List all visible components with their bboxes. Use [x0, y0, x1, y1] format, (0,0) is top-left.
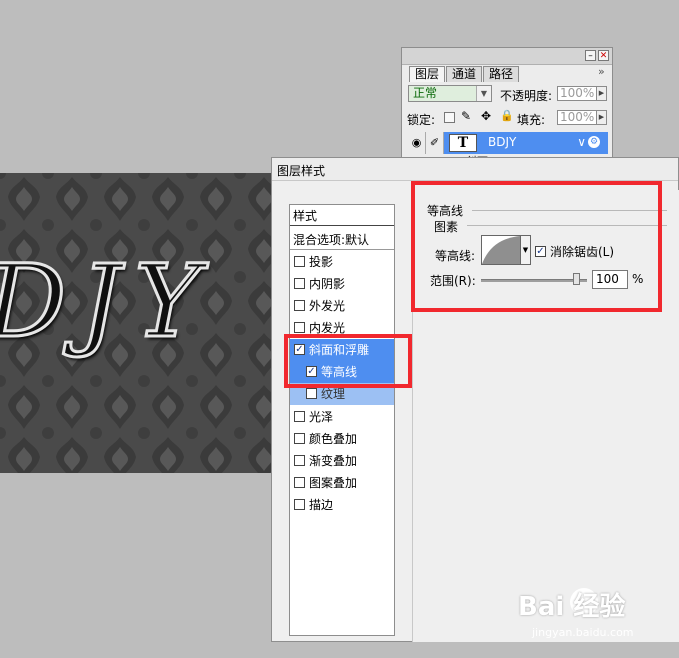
layers-tabs: 图层 通道 路径: [409, 66, 520, 82]
style-item-label: 描边: [309, 498, 334, 512]
style-item-checkbox[interactable]: [294, 433, 305, 444]
layer-name: BDJY: [488, 135, 517, 149]
style-item-1[interactable]: 投影: [290, 251, 394, 273]
opacity-label: 不透明度:: [500, 89, 553, 103]
layers-panel-titlebar: [402, 48, 612, 65]
style-item-9[interactable]: 颜色叠加: [290, 428, 394, 450]
style-item-checkbox[interactable]: [294, 455, 305, 466]
opacity-field[interactable]: 100%: [557, 86, 597, 101]
lock-pixels-icon[interactable]: ✎: [461, 109, 471, 123]
style-item-checkbox[interactable]: [294, 278, 305, 289]
style-item-3[interactable]: 外发光: [290, 295, 394, 317]
close-icon[interactable]: ✕: [598, 50, 609, 61]
layer-row-bdjy[interactable]: ◉ ✐ T BDJY ∨ ⚙: [408, 132, 608, 154]
style-item-checkbox[interactable]: [294, 322, 305, 333]
blend-mode-select[interactable]: 正常 ▼: [408, 85, 492, 102]
style-item-checkbox[interactable]: [306, 388, 317, 399]
watermark-url: jingyan.baidu.com: [532, 626, 634, 639]
blend-mode-value: 正常: [413, 86, 438, 100]
style-item-10[interactable]: 渐变叠加: [290, 450, 394, 472]
style-item-label: 图案叠加: [309, 476, 358, 490]
tab-layers[interactable]: 图层: [409, 66, 446, 82]
style-item-checkbox[interactable]: [294, 411, 305, 422]
fill-field[interactable]: 100%: [557, 110, 597, 125]
chevron-down-icon: ▼: [476, 86, 491, 101]
style-item-checkbox[interactable]: [294, 300, 305, 311]
lock-label: 锁定:: [407, 113, 436, 127]
style-item-label: 颜色叠加: [309, 432, 358, 446]
fill-label: 填充:: [517, 113, 546, 127]
style-item-12[interactable]: 描边: [290, 494, 394, 516]
eye-icon[interactable]: ◉: [408, 132, 426, 154]
baidu-watermark: Bai 经验 jingyan.baidu.com: [518, 582, 673, 652]
layers-panel: – ✕ 图层 通道 路径 » 正常 ▼ 不透明度: 100% ▶ 锁定: ✎ ✥…: [401, 47, 613, 162]
highlight-box-contour-options: [411, 181, 662, 312]
lock-position-icon[interactable]: ✥: [481, 109, 491, 123]
canvas-script-text: DJY: [0, 242, 215, 362]
dialog-titlebar[interactable]: 图层样式: [272, 158, 678, 181]
highlight-box-style-items: [284, 334, 412, 388]
text-layer-thumbnail: T: [449, 134, 477, 152]
watermark-brand: Bai 经验: [518, 592, 626, 622]
fx-icon[interactable]: ⚙: [588, 136, 600, 148]
brush-icon: ✐: [426, 132, 444, 154]
blend-options-item[interactable]: 混合选项:默认: [290, 230, 394, 250]
fill-arrow-icon[interactable]: ▶: [596, 110, 607, 125]
document-canvas[interactable]: DJY: [0, 173, 272, 473]
style-item-label: 渐变叠加: [309, 454, 358, 468]
style-item-label: 投影: [309, 255, 334, 269]
style-item-checkbox[interactable]: [294, 499, 305, 510]
style-item-11[interactable]: 图案叠加: [290, 472, 394, 494]
style-item-checkbox[interactable]: [294, 477, 305, 488]
tab-paths[interactable]: 路径: [483, 66, 520, 82]
minimize-icon[interactable]: –: [585, 50, 596, 61]
lock-all-icon[interactable]: 🔒: [500, 109, 514, 122]
style-item-8[interactable]: 光泽: [290, 406, 394, 428]
style-item-label: 内阴影: [309, 277, 346, 291]
style-item-label: 光泽: [309, 410, 334, 424]
lock-transparency-icon[interactable]: [444, 112, 455, 123]
style-item-label: 外发光: [309, 299, 346, 313]
panel-menu-icon[interactable]: »: [598, 65, 605, 78]
tab-channels[interactable]: 通道: [446, 66, 483, 82]
opacity-arrow-icon[interactable]: ▶: [596, 86, 607, 101]
style-item-2[interactable]: 内阴影: [290, 273, 394, 295]
styles-list: 样式 混合选项:默认 投影 内阴影 外发光 内发光 ✓ 斜面和浮雕 ✓ 等高线 纹理 光泽 颜色叠加…: [289, 204, 395, 636]
layer-fx-indicator[interactable]: ∨: [577, 135, 586, 149]
style-item-checkbox[interactable]: [294, 256, 305, 267]
styles-header[interactable]: 样式: [290, 206, 394, 226]
dialog-title: 图层样式: [277, 164, 326, 178]
